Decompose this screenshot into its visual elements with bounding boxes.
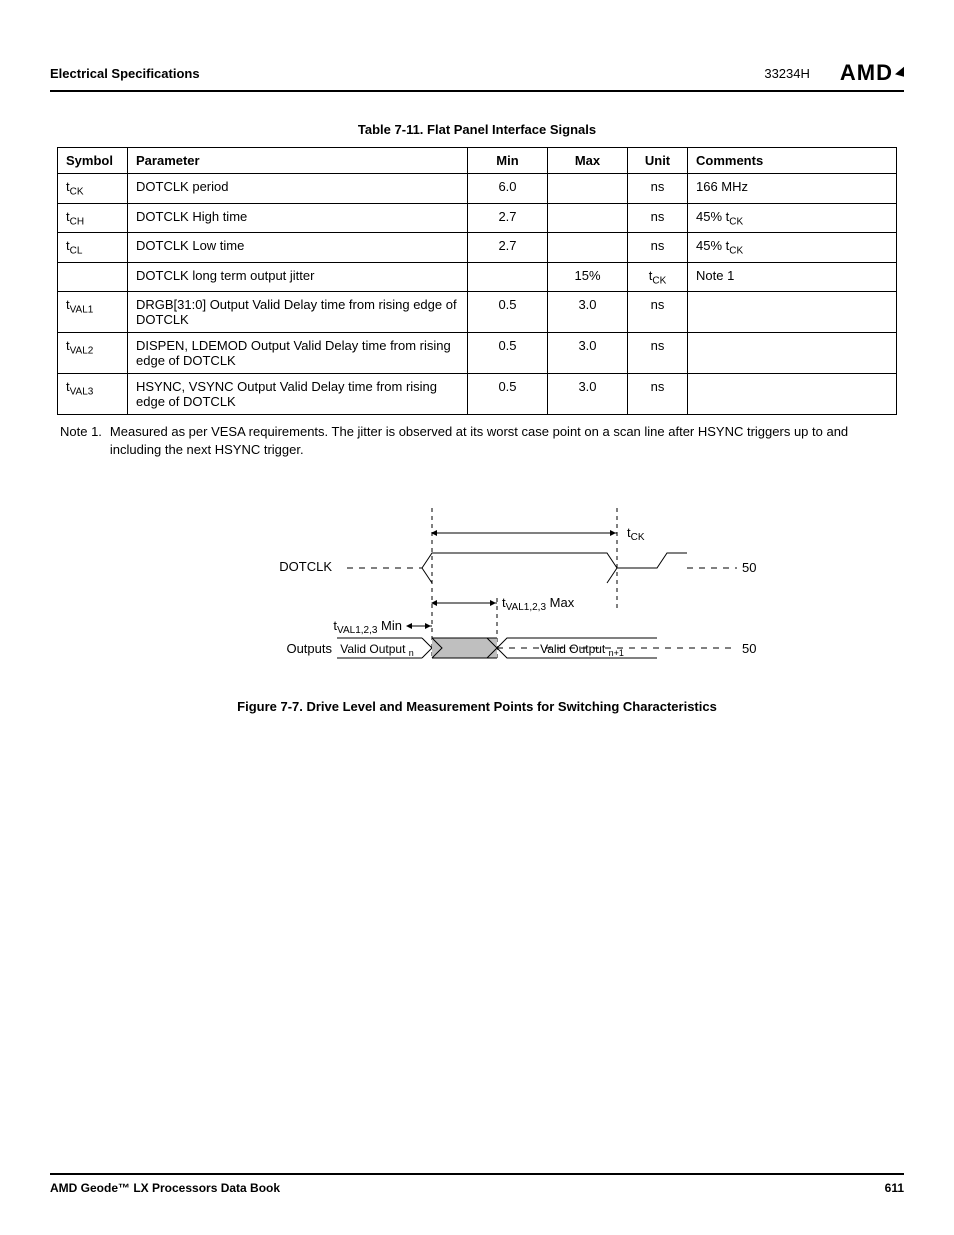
table-row: tCH DOTCLK High time 2.7 ns 45% tCK xyxy=(58,203,897,233)
cell-max xyxy=(548,233,628,263)
cell-symbol: tCH xyxy=(58,203,128,233)
svg-text:tVAL1,2,3 Max: tVAL1,2,3 Max xyxy=(502,595,575,613)
cell-symbol xyxy=(58,262,128,292)
cell-param: HSYNC, VSYNC Output Valid Delay time fro… xyxy=(128,374,468,415)
cell-param: DOTCLK long term output jitter xyxy=(128,262,468,292)
cell-min: 2.7 xyxy=(468,233,548,263)
table-row: tVAL1 DRGB[31:0] Output Valid Delay time… xyxy=(58,292,897,333)
logo-arrow-icon xyxy=(895,67,904,79)
page-footer: AMD Geode™ LX Processors Data Book 611 xyxy=(50,1173,904,1195)
note-label: Note 1. xyxy=(60,423,102,458)
cell-max: 3.0 xyxy=(548,374,628,415)
col-max: Max xyxy=(548,148,628,174)
svg-text:Valid Output n: Valid Output n xyxy=(340,642,414,658)
cell-comments: Note 1 xyxy=(688,262,897,292)
cell-unit: ns xyxy=(628,333,688,374)
col-unit: Unit xyxy=(628,148,688,174)
cell-symbol: tVAL3 xyxy=(58,374,128,415)
svg-text:Valid Output n+1: Valid Output n+1 xyxy=(540,642,624,658)
cell-param: DOTCLK period xyxy=(128,174,468,204)
signals-table: Symbol Parameter Min Max Unit Comments t… xyxy=(57,147,897,415)
footer-page-number: 611 xyxy=(885,1181,904,1195)
cell-comments xyxy=(688,333,897,374)
cell-max: 3.0 xyxy=(548,292,628,333)
cell-symbol: tVAL1 xyxy=(58,292,128,333)
cell-param: DISPEN, LDEMOD Output Valid Delay time f… xyxy=(128,333,468,374)
cell-min: 0.5 xyxy=(468,292,548,333)
table-row: tCK DOTCLK period 6.0 ns 166 MHz xyxy=(58,174,897,204)
cell-comments: 45% tCK xyxy=(688,233,897,263)
cell-comments xyxy=(688,374,897,415)
table-row: tCL DOTCLK Low time 2.7 ns 45% tCK xyxy=(58,233,897,263)
cell-unit: ns xyxy=(628,292,688,333)
amd-logo: AMD xyxy=(840,60,904,86)
cell-max: 3.0 xyxy=(548,333,628,374)
cell-min: 0.5 xyxy=(468,333,548,374)
cell-unit: tCK xyxy=(628,262,688,292)
cell-comments: 45% tCK xyxy=(688,203,897,233)
cell-param: DOTCLK Low time xyxy=(128,233,468,263)
table-row: tVAL3 HSYNC, VSYNC Output Valid Delay ti… xyxy=(58,374,897,415)
svg-text:tVAL1,2,3 Min: tVAL1,2,3 Min xyxy=(333,618,402,636)
cell-param: DRGB[31:0] Output Valid Delay time from … xyxy=(128,292,468,333)
cell-unit: ns xyxy=(628,233,688,263)
cell-symbol: tVAL2 xyxy=(58,333,128,374)
col-min: Min xyxy=(468,148,548,174)
table-row: tVAL2 DISPEN, LDEMOD Output Valid Delay … xyxy=(58,333,897,374)
cell-min: 6.0 xyxy=(468,174,548,204)
col-symbol: Symbol xyxy=(58,148,128,174)
cell-symbol: tCK xyxy=(58,174,128,204)
timing-diagram-svg: tCK DOTCLK 50% tVAL1,2,3 Max tVAL1,2,3 M… xyxy=(197,508,757,678)
cell-unit: ns xyxy=(628,203,688,233)
cell-max xyxy=(548,174,628,204)
section-title: Electrical Specifications xyxy=(50,66,200,81)
cell-param: DOTCLK High time xyxy=(128,203,468,233)
cell-max: 15% xyxy=(548,262,628,292)
svg-text:tCK: tCK xyxy=(627,525,645,543)
table-title: Table 7-11. Flat Panel Interface Signals xyxy=(50,122,904,137)
table-row: DOTCLK long term output jitter 15% tCK N… xyxy=(58,262,897,292)
footer-book-title: AMD Geode™ LX Processors Data Book xyxy=(50,1181,280,1195)
cell-comments xyxy=(688,292,897,333)
cell-min: 0.5 xyxy=(468,374,548,415)
svg-text:50%: 50% xyxy=(742,641,757,656)
figure-title: Figure 7-7. Drive Level and Measurement … xyxy=(197,699,757,714)
col-parameter: Parameter xyxy=(128,148,468,174)
cell-max xyxy=(548,203,628,233)
cell-min: 2.7 xyxy=(468,203,548,233)
cell-unit: ns xyxy=(628,174,688,204)
table-header-row: Symbol Parameter Min Max Unit Comments xyxy=(58,148,897,174)
col-comments: Comments xyxy=(688,148,897,174)
svg-text:50%: 50% xyxy=(742,560,757,575)
cell-symbol: tCL xyxy=(58,233,128,263)
page-header: Electrical Specifications 33234H AMD xyxy=(50,60,904,92)
svg-text:Outputs: Outputs xyxy=(286,641,332,656)
logo-text: AMD xyxy=(840,60,893,86)
cell-comments: 166 MHz xyxy=(688,174,897,204)
cell-unit: ns xyxy=(628,374,688,415)
note-text: Measured as per VESA requirements. The j… xyxy=(110,423,894,458)
timing-figure: tCK DOTCLK 50% tVAL1,2,3 Max tVAL1,2,3 M… xyxy=(197,508,757,714)
doc-number: 33234H xyxy=(764,66,810,81)
header-right: 33234H AMD xyxy=(764,60,904,86)
svg-text:DOTCLK: DOTCLK xyxy=(279,559,332,574)
cell-min xyxy=(468,262,548,292)
note-block: Note 1. Measured as per VESA requirement… xyxy=(60,423,894,458)
